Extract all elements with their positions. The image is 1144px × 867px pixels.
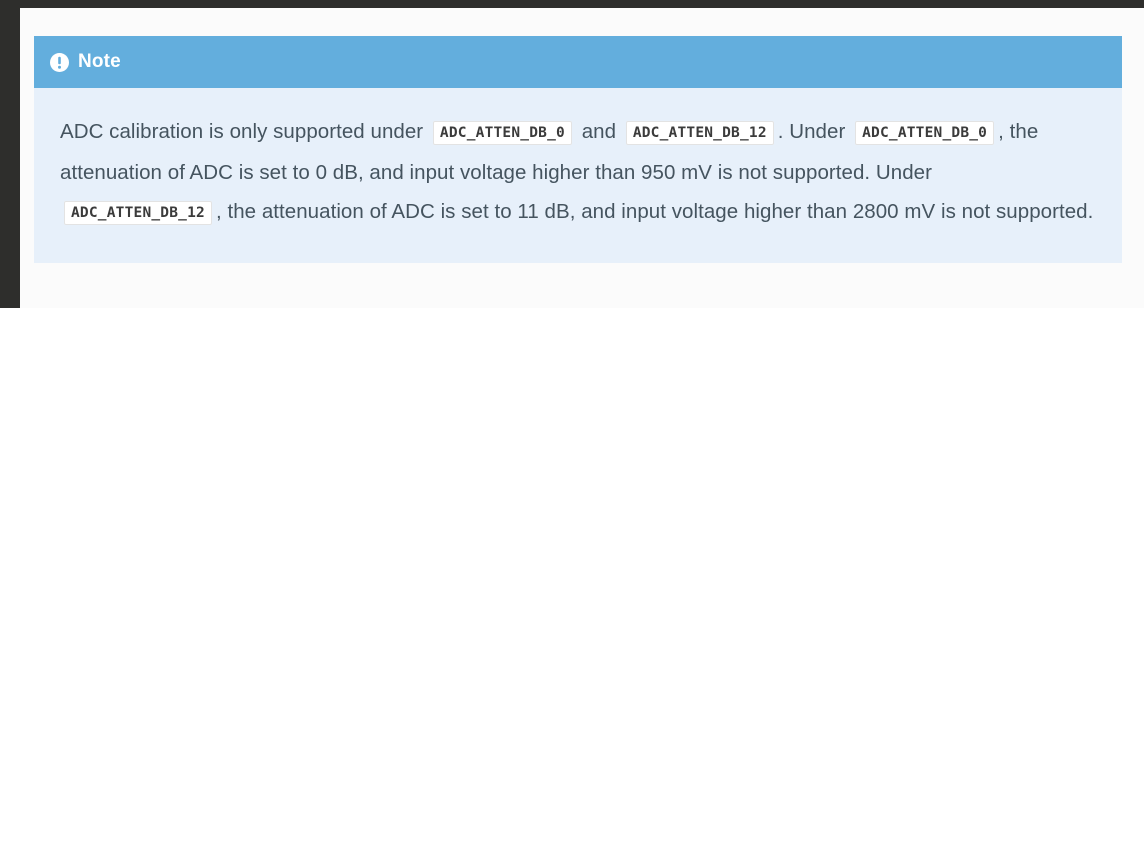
- note-text-segment-5: , the attenuation of ADC is set to 11 dB…: [215, 200, 1094, 223]
- note-text-segment-3: . Under: [777, 120, 852, 143]
- code-ref-adc-atten-db-12-second: ADC_ATTEN_DB_12: [64, 201, 212, 225]
- note-admonition-header: Note: [34, 36, 1122, 88]
- code-ref-adc-atten-db-12-first: ADC_ATTEN_DB_12: [625, 121, 774, 145]
- note-admonition-body: ADC calibration is only supported under …: [34, 88, 1122, 263]
- note-admonition-title-label: Note: [78, 51, 121, 72]
- note-body-paragraph: ADC calibration is only supported under …: [60, 112, 1096, 233]
- code-ref-adc-atten-db-0-second: ADC_ATTEN_DB_0: [855, 121, 995, 145]
- note-text-segment-1: ADC calibration is only supported under: [60, 120, 429, 143]
- note-text-segment-2: and: [575, 120, 622, 143]
- document-content-area: Note ADC calibration is only supported u…: [20, 8, 1144, 308]
- document-viewport-frame: Note ADC calibration is only supported u…: [0, 0, 1144, 308]
- code-ref-adc-atten-db-0-first: ADC_ATTEN_DB_0: [432, 121, 572, 145]
- note-admonition: Note ADC calibration is only supported u…: [34, 36, 1122, 263]
- exclamation-circle-icon: [50, 52, 69, 72]
